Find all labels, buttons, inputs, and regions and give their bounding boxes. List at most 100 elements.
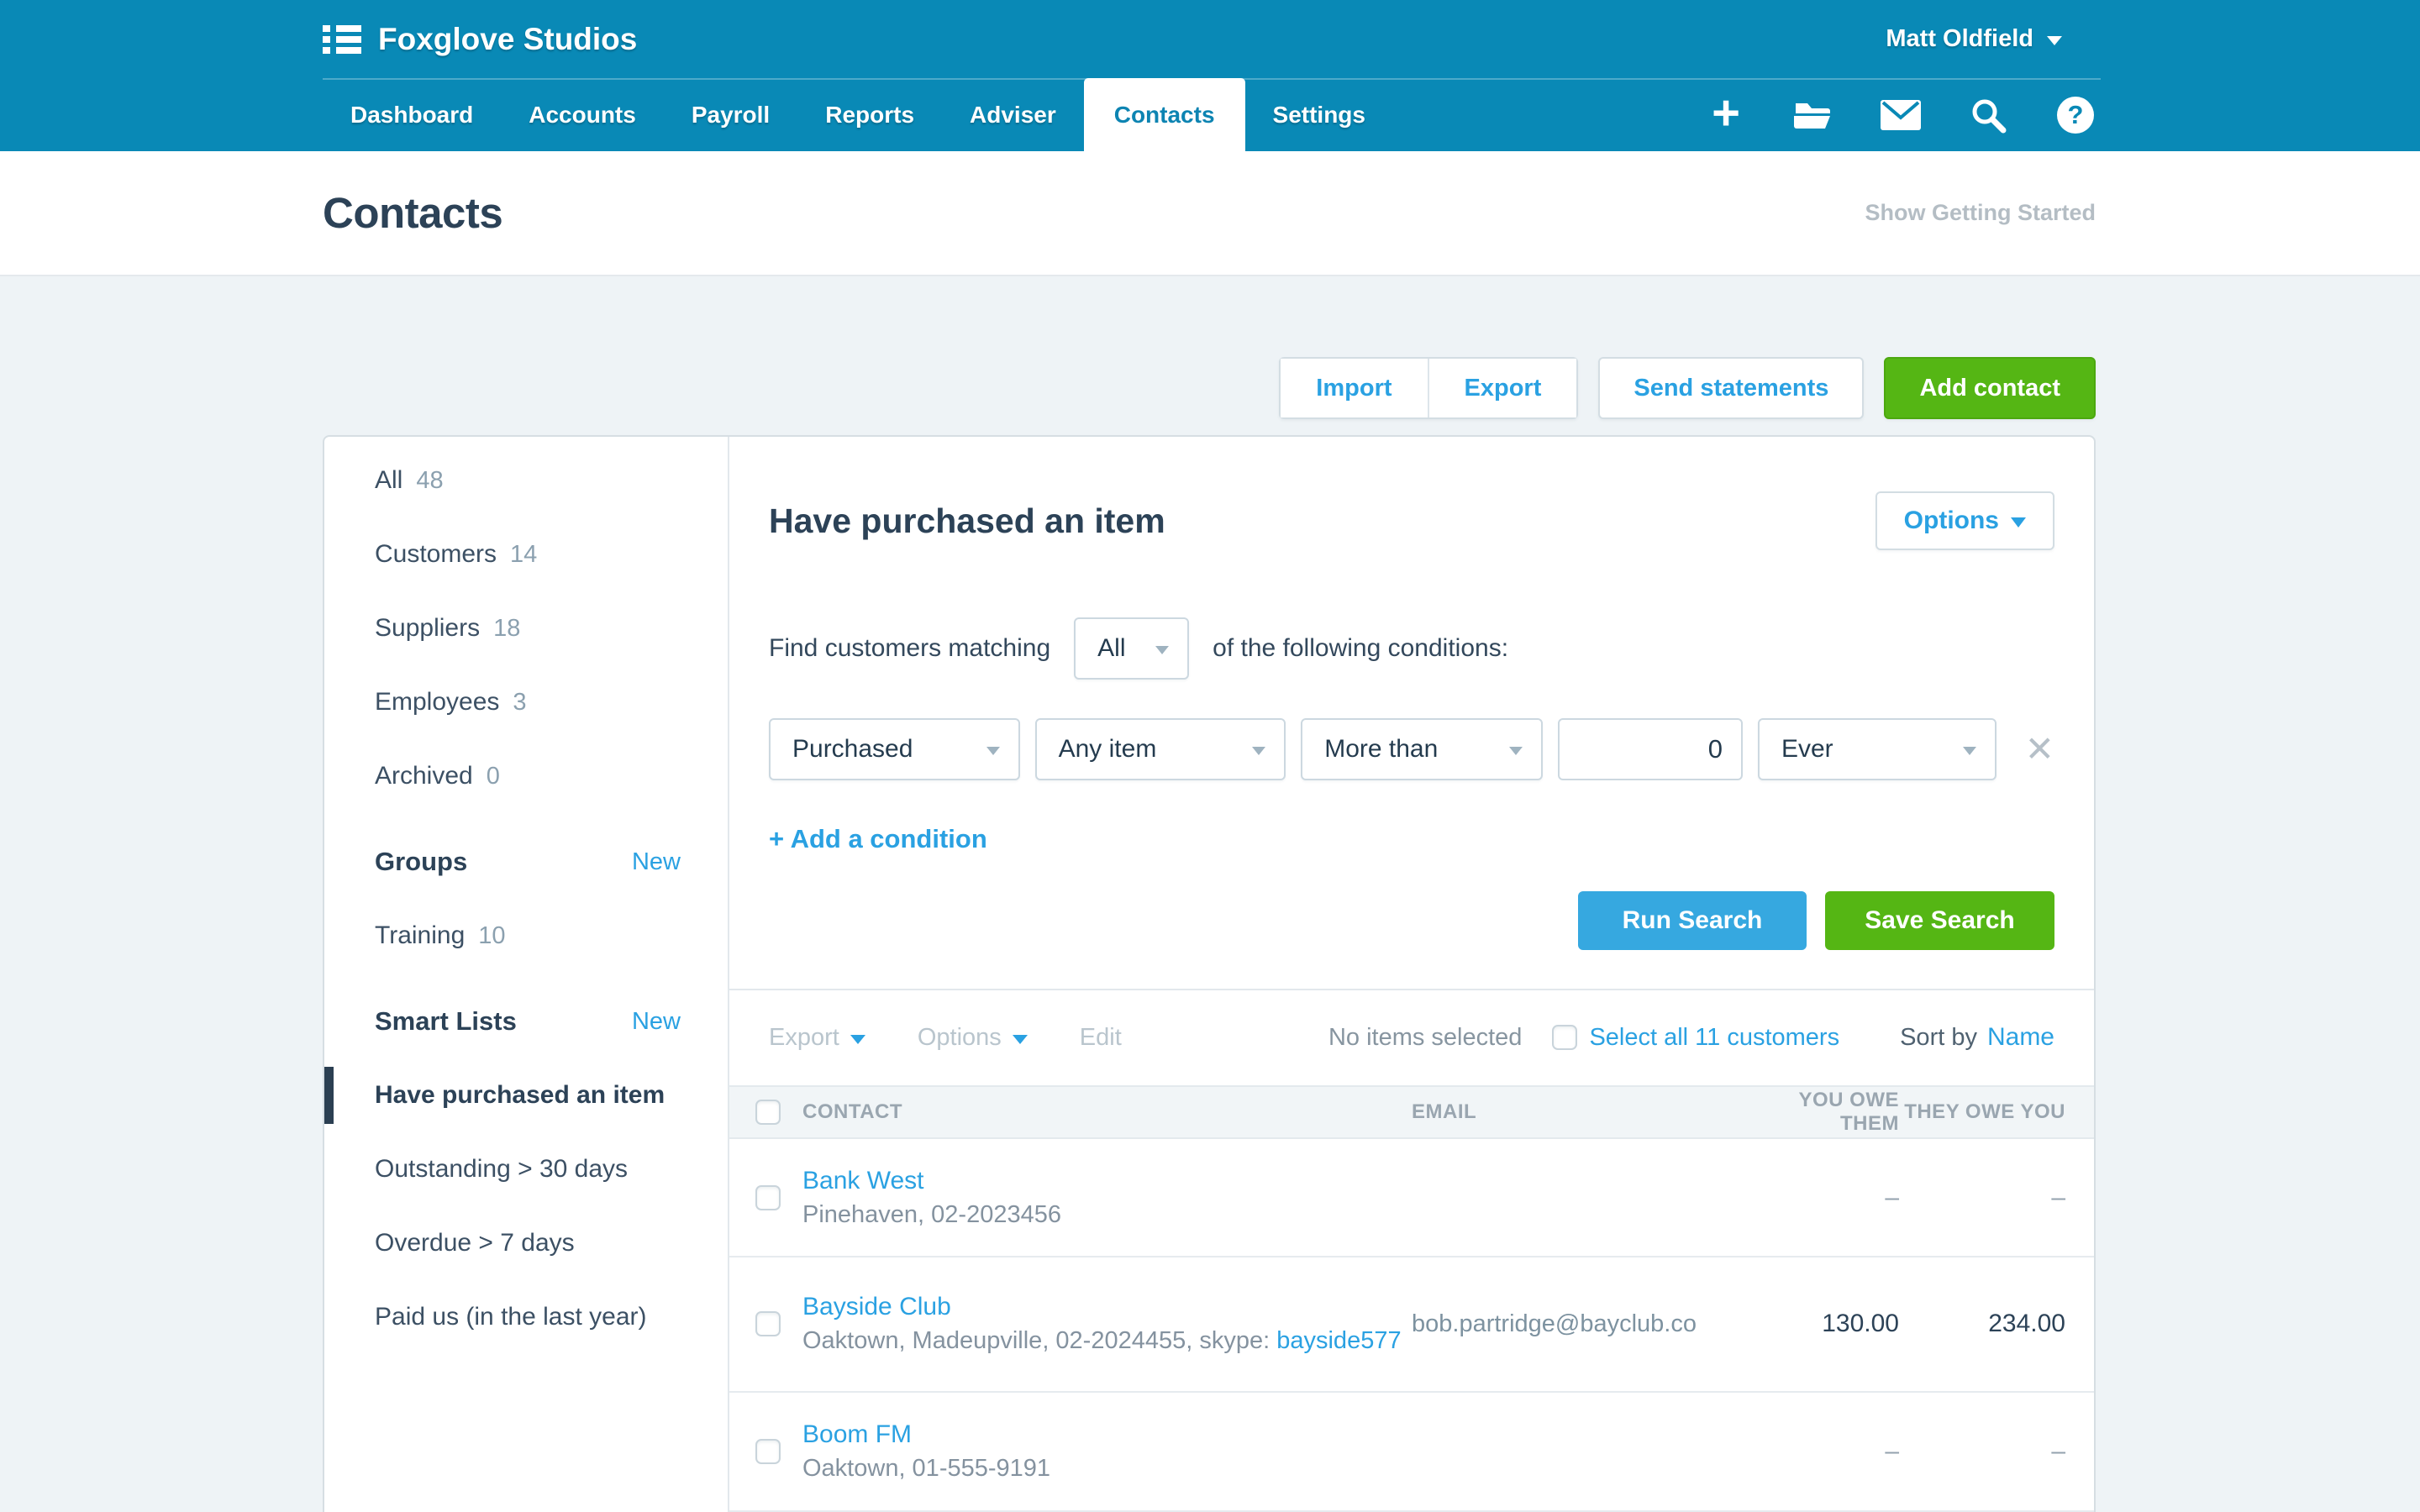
contact-name-link[interactable]: Bank West: [802, 1164, 924, 1198]
groups-section-header: Groups New: [324, 825, 728, 899]
match-select-value: All: [1097, 634, 1125, 663]
sidebar-item-outstanding[interactable]: Outstanding > 30 days: [324, 1132, 728, 1206]
nav-dashboard[interactable]: Dashboard: [323, 78, 501, 151]
smart-lists-new-link[interactable]: New: [632, 1008, 681, 1036]
table-row: Bayside Club Oaktown, Madeupville, 02-20…: [729, 1257, 2094, 1393]
contact-details-text: Oaktown, Madeupville, 02-2024455, skype:: [802, 1327, 1270, 1354]
nav-payroll[interactable]: Payroll: [664, 78, 797, 151]
page-title: Contacts: [323, 188, 502, 238]
list-options-label: Options: [918, 1024, 1002, 1052]
user-name: Matt Oldfield: [1886, 25, 2033, 53]
user-menu[interactable]: Matt Oldfield: [1886, 25, 2062, 53]
contact-details: Oaktown, Madeupville, 02-2024455, skype:…: [802, 1324, 1412, 1357]
nav-reports[interactable]: Reports: [797, 78, 942, 151]
show-getting-started-link[interactable]: Show Getting Started: [1865, 200, 2096, 226]
sidebar-item-customers[interactable]: Customers 14: [324, 517, 728, 591]
remove-condition-button[interactable]: ✕: [2025, 732, 2054, 767]
add-new-button[interactable]: +: [1706, 95, 1746, 135]
they-owe-value: –: [1899, 1437, 2065, 1466]
list-export-menu[interactable]: Export: [769, 1024, 865, 1052]
smart-list-title: Have purchased an item: [769, 501, 1165, 541]
chevron-down-icon: [1252, 747, 1265, 755]
nav-accounts[interactable]: Accounts: [501, 78, 664, 151]
files-button[interactable]: [1793, 95, 1833, 135]
sidebar-item-have-purchased[interactable]: Have purchased an item: [324, 1058, 728, 1132]
condition-item-select[interactable]: Any item: [1035, 718, 1286, 780]
condition-operator-select[interactable]: More than: [1301, 718, 1543, 780]
row-checkbox[interactable]: [755, 1185, 781, 1210]
groups-new-link[interactable]: New: [632, 848, 681, 876]
match-select[interactable]: All: [1074, 617, 1189, 680]
sidebar-item-training[interactable]: Training 10: [324, 899, 728, 973]
sidebar-item-label: Archived: [375, 762, 473, 790]
contact-name-link[interactable]: Bayside Club: [802, 1290, 951, 1324]
sidebar-item-archived[interactable]: Archived 0: [324, 739, 728, 813]
main-nav: Dashboard Accounts Payroll Reports Advis…: [323, 78, 2096, 151]
sidebar-item-count: 0: [487, 763, 500, 790]
sidebar-item-label: Training: [375, 921, 465, 950]
contact-name-link[interactable]: Boom FM: [802, 1418, 912, 1452]
messages-button[interactable]: [1881, 95, 1921, 135]
sidebar-item-overdue[interactable]: Overdue > 7 days: [324, 1206, 728, 1280]
they-owe-value: –: [1899, 1184, 2065, 1212]
sidebar-item-all[interactable]: All 48: [324, 444, 728, 517]
contacts-card: All 48 Customers 14 Suppliers 18 Employe…: [323, 435, 2096, 1512]
sidebar-item-paid-us[interactable]: Paid us (in the last year): [324, 1280, 728, 1354]
page-head: Contacts Show Getting Started: [0, 151, 2420, 276]
list-export-label: Export: [769, 1024, 839, 1052]
list-options-menu[interactable]: Options: [918, 1024, 1028, 1052]
table-row: Bank West Pinehaven, 02-2023456 – –: [729, 1139, 2094, 1257]
sidebar-item-employees[interactable]: Employees 3: [324, 665, 728, 739]
list-toolbar: Export Options Edit No items selected Se…: [729, 989, 2094, 1085]
import-button[interactable]: Import: [1281, 359, 1427, 417]
chevron-down-icon: [1155, 646, 1169, 654]
export-button[interactable]: Export: [1428, 359, 1577, 417]
add-condition-link[interactable]: + Add a condition: [769, 822, 2054, 856]
row-checkbox[interactable]: [755, 1439, 781, 1464]
sidebar-item-label: Overdue > 7 days: [375, 1229, 575, 1257]
options-button[interactable]: Options: [1876, 491, 2054, 550]
row-checkbox[interactable]: [755, 1311, 781, 1336]
header-you-owe: YOU OWE THEM: [1748, 1089, 1899, 1136]
select-all-checkbox[interactable]: [1552, 1025, 1577, 1050]
save-search-button[interactable]: Save Search: [1825, 891, 2054, 950]
selection-status: No items selected: [1328, 1024, 1523, 1052]
add-contact-button[interactable]: Add contact: [1884, 357, 2096, 419]
select-value: Any item: [1059, 735, 1157, 764]
header-email: EMAIL: [1412, 1100, 1748, 1124]
smart-lists-section-header: Smart Lists New: [324, 984, 728, 1058]
search-actions: Run Search Save Search: [769, 891, 2054, 989]
org-menu[interactable]: Foxglove Studios: [323, 22, 637, 57]
condition-value-input[interactable]: [1558, 718, 1743, 780]
page-actions: Import Export Send statements Add contac…: [323, 357, 2096, 419]
sidebar-item-suppliers[interactable]: Suppliers 18: [324, 591, 728, 665]
header-checkbox[interactable]: [755, 1100, 781, 1125]
nav-contacts-active[interactable]: Contacts: [1084, 78, 1245, 151]
select-all-link[interactable]: Select all 11 customers: [1589, 1024, 1839, 1052]
sort-value-link[interactable]: Name: [1987, 1023, 2054, 1052]
sidebar-item-label: Customers: [375, 540, 497, 569]
list-edit-button[interactable]: Edit: [1080, 1024, 1122, 1052]
contact-email: bob.partridge@bayclub.co: [1412, 1310, 1748, 1338]
sidebar-item-label: Have purchased an item: [375, 1081, 665, 1110]
sidebar-item-label: Outstanding > 30 days: [375, 1155, 628, 1184]
select-value: Purchased: [792, 735, 913, 764]
condition-field-select[interactable]: Purchased: [769, 718, 1020, 780]
topbar-icons: +: [1706, 78, 2096, 151]
nav-settings[interactable]: Settings: [1245, 78, 1393, 151]
search-button[interactable]: [1968, 95, 2008, 135]
skype-link[interactable]: bayside577: [1276, 1327, 1401, 1354]
chevron-down-icon: [1509, 747, 1523, 755]
run-search-button[interactable]: Run Search: [1578, 891, 1807, 950]
send-statements-button[interactable]: Send statements: [1598, 357, 1864, 419]
help-button[interactable]: ?: [2055, 95, 2096, 135]
sidebar-item-label: Suppliers: [375, 614, 480, 643]
sidebar-item-label: All: [375, 466, 402, 495]
chevron-down-icon: [1963, 747, 1976, 755]
table-row: Boom FM Oaktown, 01-555-9191 – –: [729, 1393, 2094, 1512]
condition-period-select[interactable]: Ever: [1758, 718, 1996, 780]
sidebar-item-count: 10: [478, 922, 505, 950]
nav-adviser[interactable]: Adviser: [942, 78, 1084, 151]
help-icon: ?: [2057, 97, 2094, 134]
chevron-down-icon: [986, 747, 1000, 755]
